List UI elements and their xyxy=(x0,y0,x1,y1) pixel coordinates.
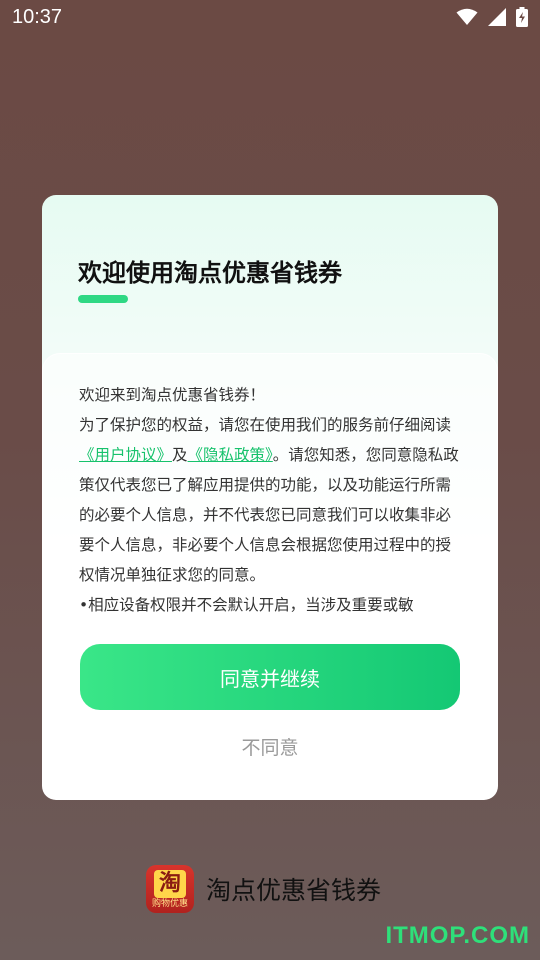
app-logo: 淘 购物优惠 xyxy=(146,865,194,913)
logo-subtext: 购物优惠 xyxy=(151,898,188,909)
privacy-policy-link[interactable]: 《隐私政策》 xyxy=(188,446,273,464)
battery-charging-icon xyxy=(516,7,528,27)
greeting-text: 欢迎来到淘点优惠省钱券！ xyxy=(79,386,266,404)
agree-button[interactable]: 同意并继续 xyxy=(80,644,460,710)
app-branding: 淘 购物优惠 淘点优惠省钱券 xyxy=(146,865,381,913)
watermark: ITMOP.COM xyxy=(385,922,530,949)
logo-char: 淘 xyxy=(154,869,186,898)
dialog-title: 欢迎使用淘点优惠省钱券 xyxy=(78,259,342,287)
privacy-content-text: 欢迎来到淘点优惠省钱券！ 为了保护您的权益，请您在使用我们的服务前仔细阅读《用户… xyxy=(79,380,461,620)
privacy-paragraph: 为了保护您的权益，请您在使用我们的服务前仔细阅读《用户协议》及《隐私政策》。请您… xyxy=(79,410,461,590)
signal-icon xyxy=(488,8,506,26)
privacy-dialog: 欢迎使用淘点优惠省钱券 欢迎来到淘点优惠省钱券！ 为了保护您的权益，请您在使用我… xyxy=(42,195,498,800)
app-name: 淘点优惠省钱券 xyxy=(206,876,382,905)
status-icons xyxy=(456,7,528,27)
content-fade xyxy=(43,616,497,646)
status-bar: 10:37 xyxy=(0,0,540,36)
body-after-links: 。请您知悉，您同意隐私政策仅代表您已了解应用提供的功能，以及功能运行所需的必要个… xyxy=(79,446,459,584)
user-agreement-link[interactable]: 《用户协议》 xyxy=(79,446,172,464)
title-underline xyxy=(78,295,128,303)
privacy-content-scroll[interactable]: 欢迎来到淘点优惠省钱券！ 为了保护您的权益，请您在使用我们的服务前仔细阅读《用户… xyxy=(42,353,498,646)
body-before-links: 为了保护您的权益，请您在使用我们的服务前仔细阅读 xyxy=(79,416,452,434)
status-time: 10:37 xyxy=(12,6,63,28)
and-text: 及 xyxy=(172,446,188,464)
wifi-icon xyxy=(456,8,478,25)
disagree-button[interactable]: 不同意 xyxy=(42,733,498,760)
